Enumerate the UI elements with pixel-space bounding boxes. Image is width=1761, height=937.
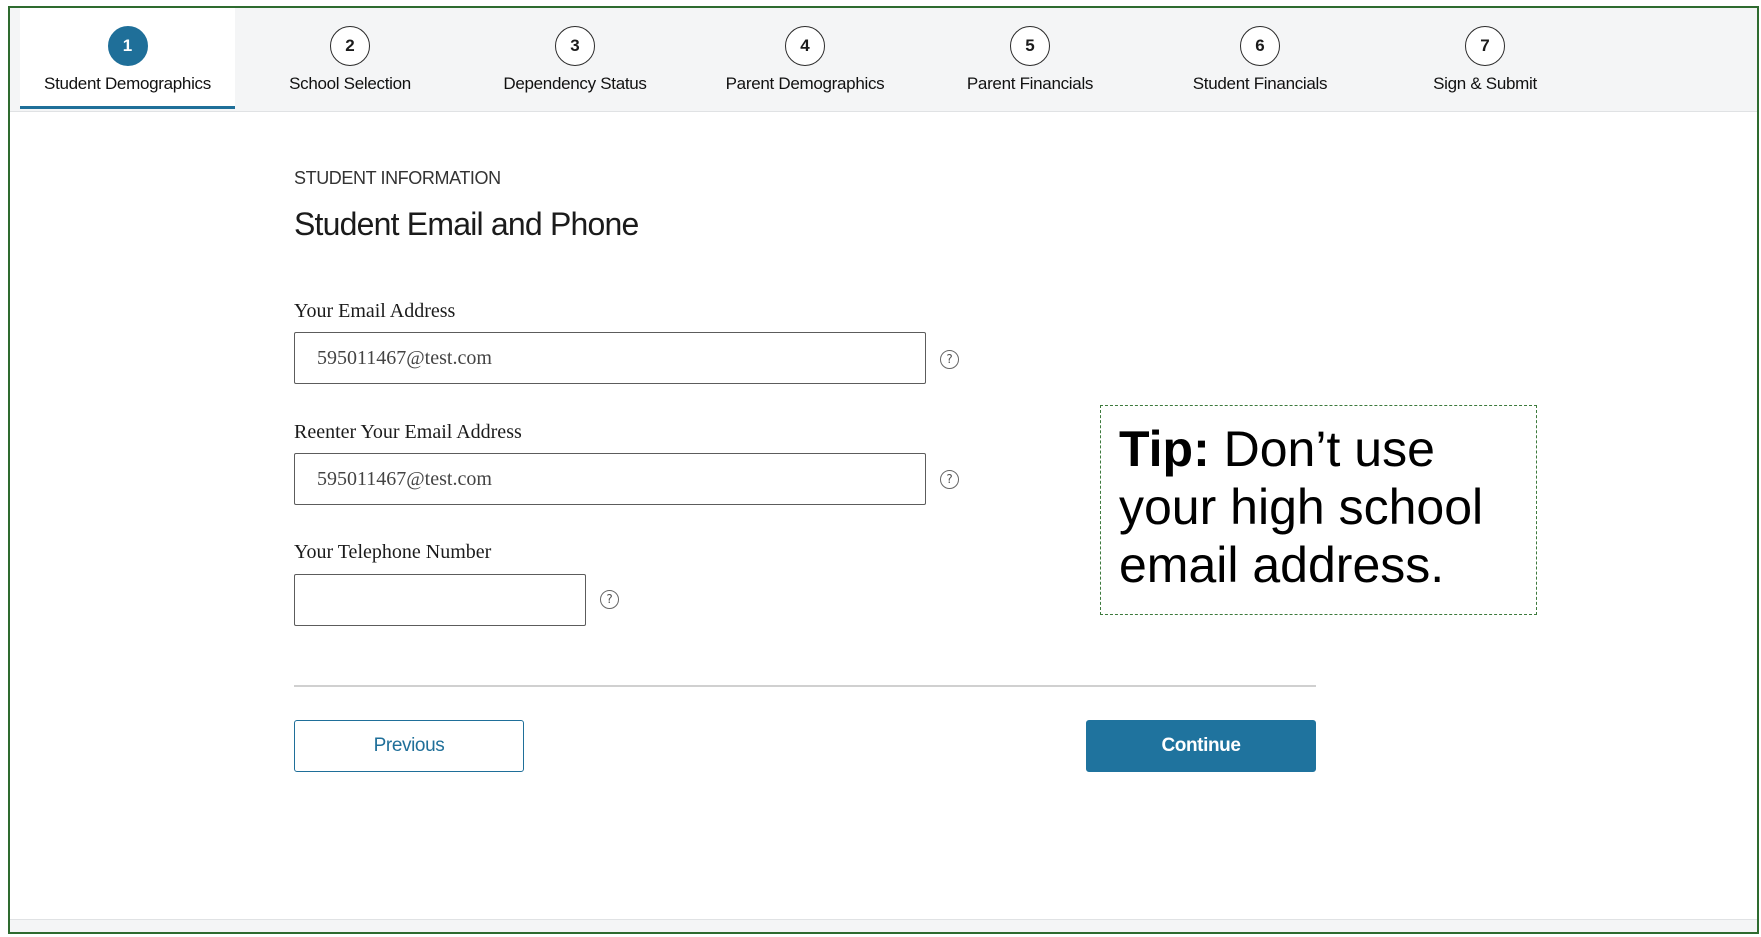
step-number-badge: 6 [1240,26,1280,66]
tip-callout: Tip: Don’t use your high school email ad… [1100,405,1537,615]
step-school-selection[interactable]: 2 School Selection [255,8,445,111]
step-student-demographics[interactable]: 1 Student Demographics [20,8,235,109]
email-confirm-field[interactable] [294,453,926,505]
step-parent-demographics[interactable]: 4 Parent Demographics [705,8,905,111]
step-number-badge: 3 [555,26,595,66]
step-number-badge: 5 [1010,26,1050,66]
step-label: Parent Demographics [725,74,885,93]
step-label: Sign & Submit [1433,74,1537,93]
step-number-badge: 2 [330,26,370,66]
page-title: Student Email and Phone [294,206,639,242]
step-number-badge: 7 [1465,26,1505,66]
step-dependency-status[interactable]: 3 Dependency Status [480,8,670,111]
continue-button[interactable]: Continue [1086,720,1316,772]
phone-field[interactable] [294,574,586,626]
email-label: Your Email Address [294,300,456,322]
email-field[interactable] [294,332,926,384]
footer-strip [10,919,1757,932]
step-label: School Selection [289,74,411,93]
step-label: Student Demographics [44,74,211,93]
step-parent-financials[interactable]: 5 Parent Financials [935,8,1125,111]
progress-stepper: 1 Student Demographics 2 School Selectio… [10,8,1757,112]
step-number-badge: 1 [107,26,148,66]
tip-text: Tip: Don’t use your high school email ad… [1119,420,1536,594]
step-number-badge: 4 [785,26,825,66]
question-circle-icon[interactable]: ? [600,590,619,609]
step-student-financials[interactable]: 6 Student Financials [1160,8,1360,111]
screenshot-frame: 1 Student Demographics 2 School Selectio… [8,6,1759,934]
step-sign-submit[interactable]: 7 Sign & Submit [1400,8,1570,111]
step-label: Dependency Status [503,74,647,93]
tip-heading: Tip: [1119,421,1210,477]
email-confirm-label: Reenter Your Email Address [294,421,522,443]
phone-label: Your Telephone Number [294,541,492,563]
step-label: Parent Financials [966,74,1094,93]
form-divider [294,685,1316,687]
question-circle-icon[interactable]: ? [940,470,959,489]
step-label: Student Financials [1192,74,1328,93]
section-eyebrow: STUDENT INFORMATION [294,168,501,188]
question-circle-icon[interactable]: ? [940,350,959,369]
previous-button[interactable]: Previous [294,720,524,772]
